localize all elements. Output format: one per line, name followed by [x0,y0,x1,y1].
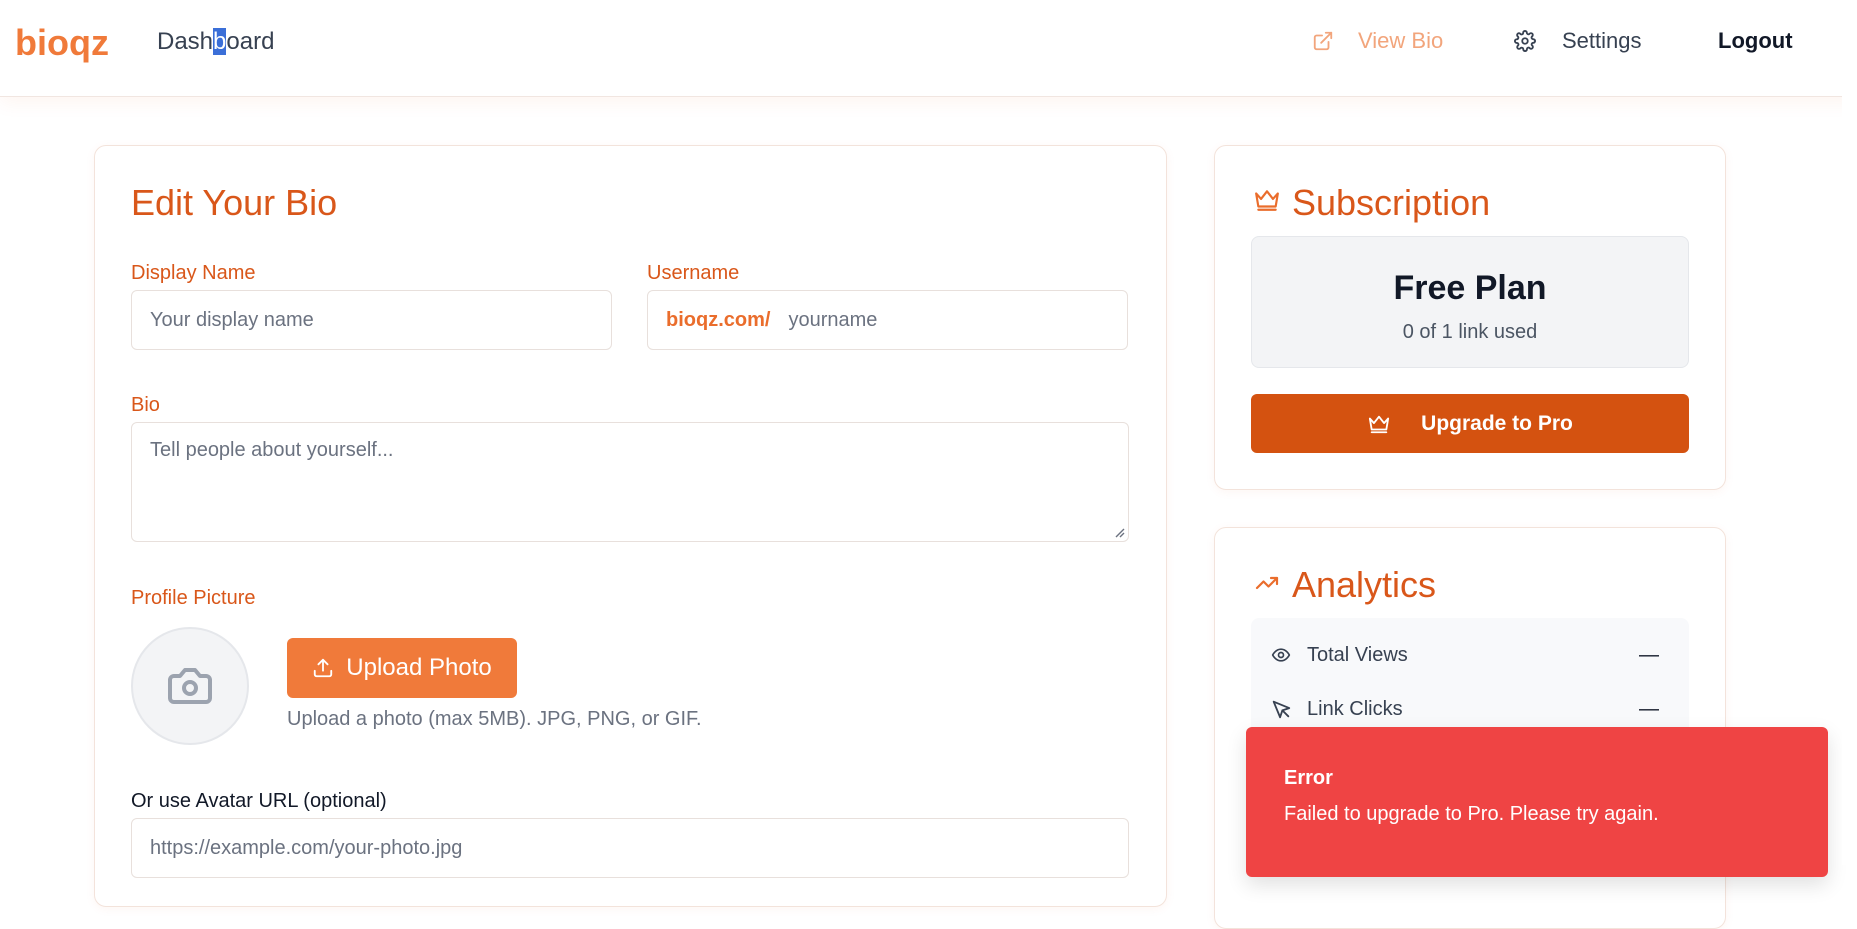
stat-value: — [1639,697,1659,720]
nav-view-bio[interactable]: View Bio [1312,28,1443,54]
edit-bio-title: Edit Your Bio [131,182,338,223]
plan-name: Free Plan [1393,269,1547,307]
profile-picture-label: Profile Picture [131,587,256,609]
display-name-input[interactable]: Your display name [131,290,612,350]
avatar-preview [131,627,249,745]
text-selection: b [213,28,227,55]
bio-label: Bio [131,394,160,416]
upload-photo-label: Upload Photo [346,654,492,681]
plan-usage: 0 of 1 link used [1402,321,1538,343]
upload-icon [314,658,333,678]
logout-button[interactable]: Logout [1718,28,1793,54]
camera-icon [168,668,212,704]
upgrade-to-pro-button[interactable]: Upgrade to Pro [1251,394,1689,453]
plan-summary: Free Plan 0 of 1 link used [1251,236,1689,368]
stat-link-clicks: Link Clicks — [1269,694,1671,724]
nav-settings[interactable]: Settings [1514,28,1642,54]
nav-dashboard[interactable]: Dashboard [157,28,274,56]
cursor-icon [1272,700,1291,719]
avatar-url-placeholder: https://example.com/your-photo.jpg [150,836,463,859]
toast-message: Failed to upgrade to Pro. Please try aga… [1284,803,1659,825]
subscription-title: Subscription [1292,182,1491,223]
upload-help-text: Upload a photo (max 5MB). JPG, PNG, or G… [287,708,702,730]
eye-icon [1271,648,1291,662]
stat-value: — [1639,643,1659,666]
display-name-label: Display Name [131,262,256,284]
nav-dashboard-text-after: oard [226,28,275,55]
page-scrollbar[interactable] [1842,0,1857,865]
top-navbar: bioqz Dashboard View Bio Settings Logout [0,0,1857,97]
brand-logo[interactable]: bioqz [15,22,109,64]
crown-icon [1369,415,1390,433]
username-label: Username [647,262,740,284]
external-link-icon [1313,31,1333,51]
error-toast[interactable]: Error Failed to upgrade to Pro. Please t… [1246,727,1828,877]
username-input[interactable]: bioqz.com/ yourname [647,290,1128,350]
username-placeholder: yourname [788,308,878,331]
nav-settings-label: Settings [1562,28,1642,53]
username-prefix: bioqz.com/ [666,308,771,331]
stat-total-views: Total Views — [1269,640,1671,670]
toast-title: Error [1284,767,1333,789]
analytics-title: Analytics [1292,564,1437,605]
gear-icon [1514,30,1536,52]
stat-label: Total Views [1307,643,1408,666]
bio-placeholder: Tell people about yourself... [150,439,394,461]
nav-view-bio-label: View Bio [1358,28,1444,53]
resize-handle-icon[interactable] [1113,526,1125,538]
avatar-url-input[interactable]: https://example.com/your-photo.jpg [131,818,1129,878]
upload-photo-button[interactable]: Upload Photo [287,638,517,698]
upgrade-to-pro-label: Upgrade to Pro [1421,411,1573,435]
crown-icon [1255,190,1279,211]
trending-up-icon [1255,576,1279,590]
bio-textarea[interactable]: Tell people about yourself... [131,422,1129,542]
display-name-placeholder: Your display name [150,308,314,331]
avatar-url-label: Or use Avatar URL (optional) [131,790,387,812]
nav-dashboard-text-before: Dash [157,28,214,55]
stat-label: Link Clicks [1307,697,1403,720]
